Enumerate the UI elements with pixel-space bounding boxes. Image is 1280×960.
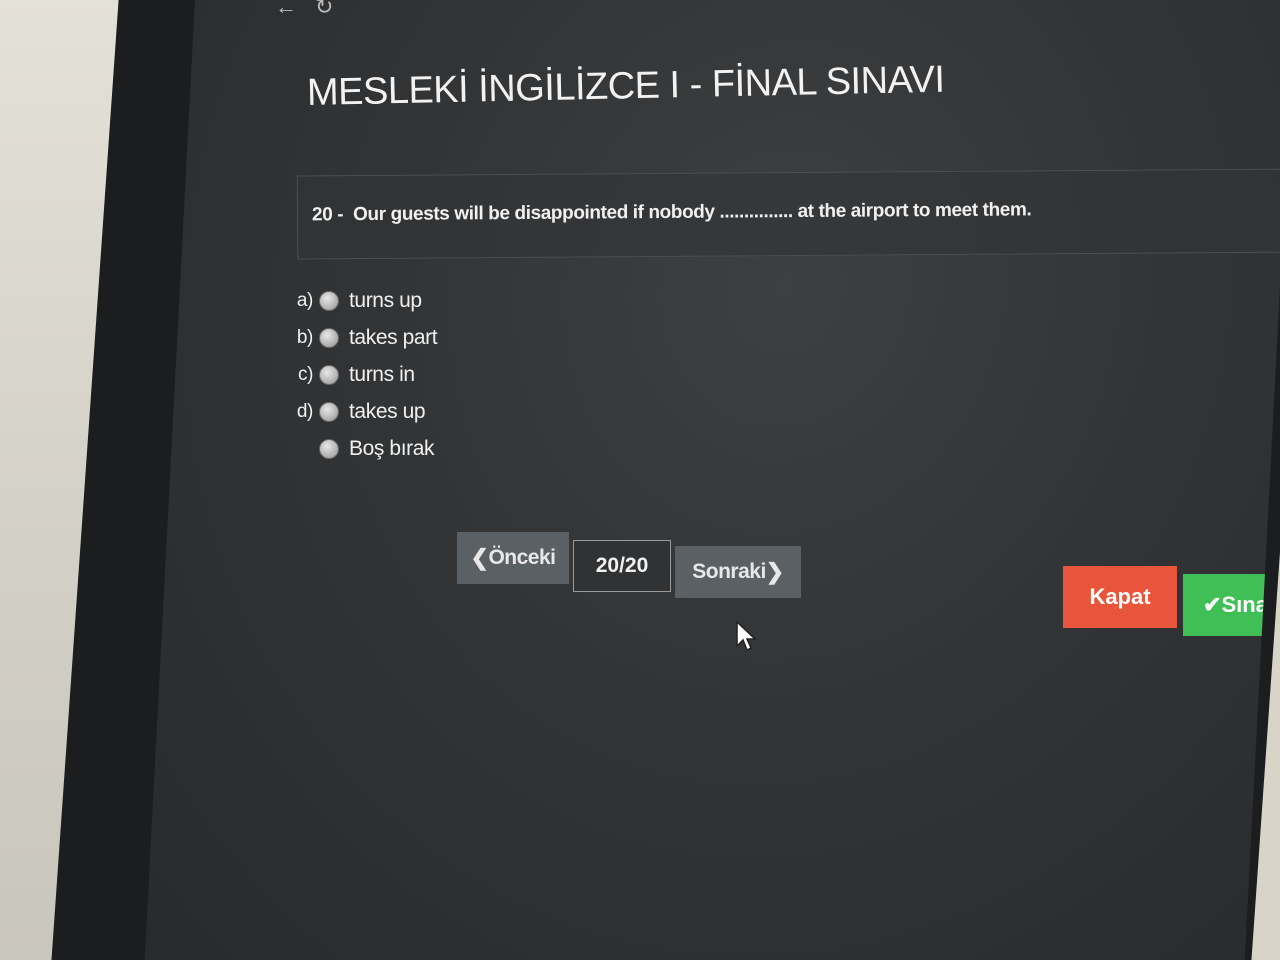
option-b[interactable]: b) takes part — [287, 319, 437, 356]
chevron-right-icon: ❯ — [765, 559, 784, 584]
close-button[interactable]: Kapat — [1063, 566, 1177, 628]
question-counter: 20/20 — [573, 540, 671, 592]
question-text-row: 20 - Our guests will be disappointed if n… — [312, 199, 1031, 226]
option-label: turns up — [349, 288, 422, 312]
question-text: Our guests will be disappointed if nobod… — [353, 199, 1032, 226]
option-letter: d) — [296, 400, 313, 422]
radio-button[interactable] — [319, 290, 339, 311]
next-button[interactable]: Sonraki ❯ — [675, 546, 801, 598]
question-box: 20 - Our guests will be disappointed if n… — [296, 168, 1280, 260]
refresh-icon[interactable]: ↻ — [315, 0, 351, 19]
answer-options: a) turns up b) takes part c) turns in d)… — [287, 282, 437, 467]
mouse-cursor-icon — [736, 620, 757, 652]
question-navigation: ❮ Önceki 20/20 Sonraki ❯ — [457, 532, 801, 598]
radio-button[interactable] — [319, 401, 339, 422]
close-label: Kapat — [1089, 584, 1151, 609]
radio-button[interactable] — [319, 364, 339, 385]
option-label: takes up — [349, 399, 426, 423]
option-label: Boş bırak — [349, 436, 435, 460]
browser-nav-icons: ←↻ — [275, 0, 351, 20]
next-label: Sonraki — [692, 560, 766, 583]
chevron-left-icon: ❮ — [470, 545, 489, 570]
option-c[interactable]: c) turns in — [287, 356, 437, 393]
previous-button[interactable]: ❮ Önceki — [457, 532, 569, 584]
radio-button[interactable] — [319, 438, 339, 459]
option-label: takes part — [349, 325, 438, 349]
option-letter: c) — [297, 363, 313, 385]
checkmark-icon: ✔ — [1203, 592, 1222, 617]
screen: ←↻ MESLEKİ İNGİLİZCE I - FİNAL SINAVI 20… — [144, 0, 1280, 960]
option-letter: a) — [296, 289, 313, 311]
exam-title: MESLEKİ İNGİLİZCE I - FİNAL SINAVI — [306, 58, 945, 114]
option-a[interactable]: a) turns up — [287, 282, 437, 319]
back-arrow-icon[interactable]: ← — [275, 0, 315, 19]
option-letter: b) — [296, 326, 313, 348]
radio-button[interactable] — [319, 327, 339, 348]
option-label: turns in — [349, 362, 415, 386]
question-number: 20 - — [311, 204, 344, 226]
option-leave-blank[interactable]: Boş bırak — [287, 430, 437, 467]
option-d[interactable]: d) takes up — [287, 393, 437, 430]
previous-label: Önceki — [488, 546, 556, 569]
